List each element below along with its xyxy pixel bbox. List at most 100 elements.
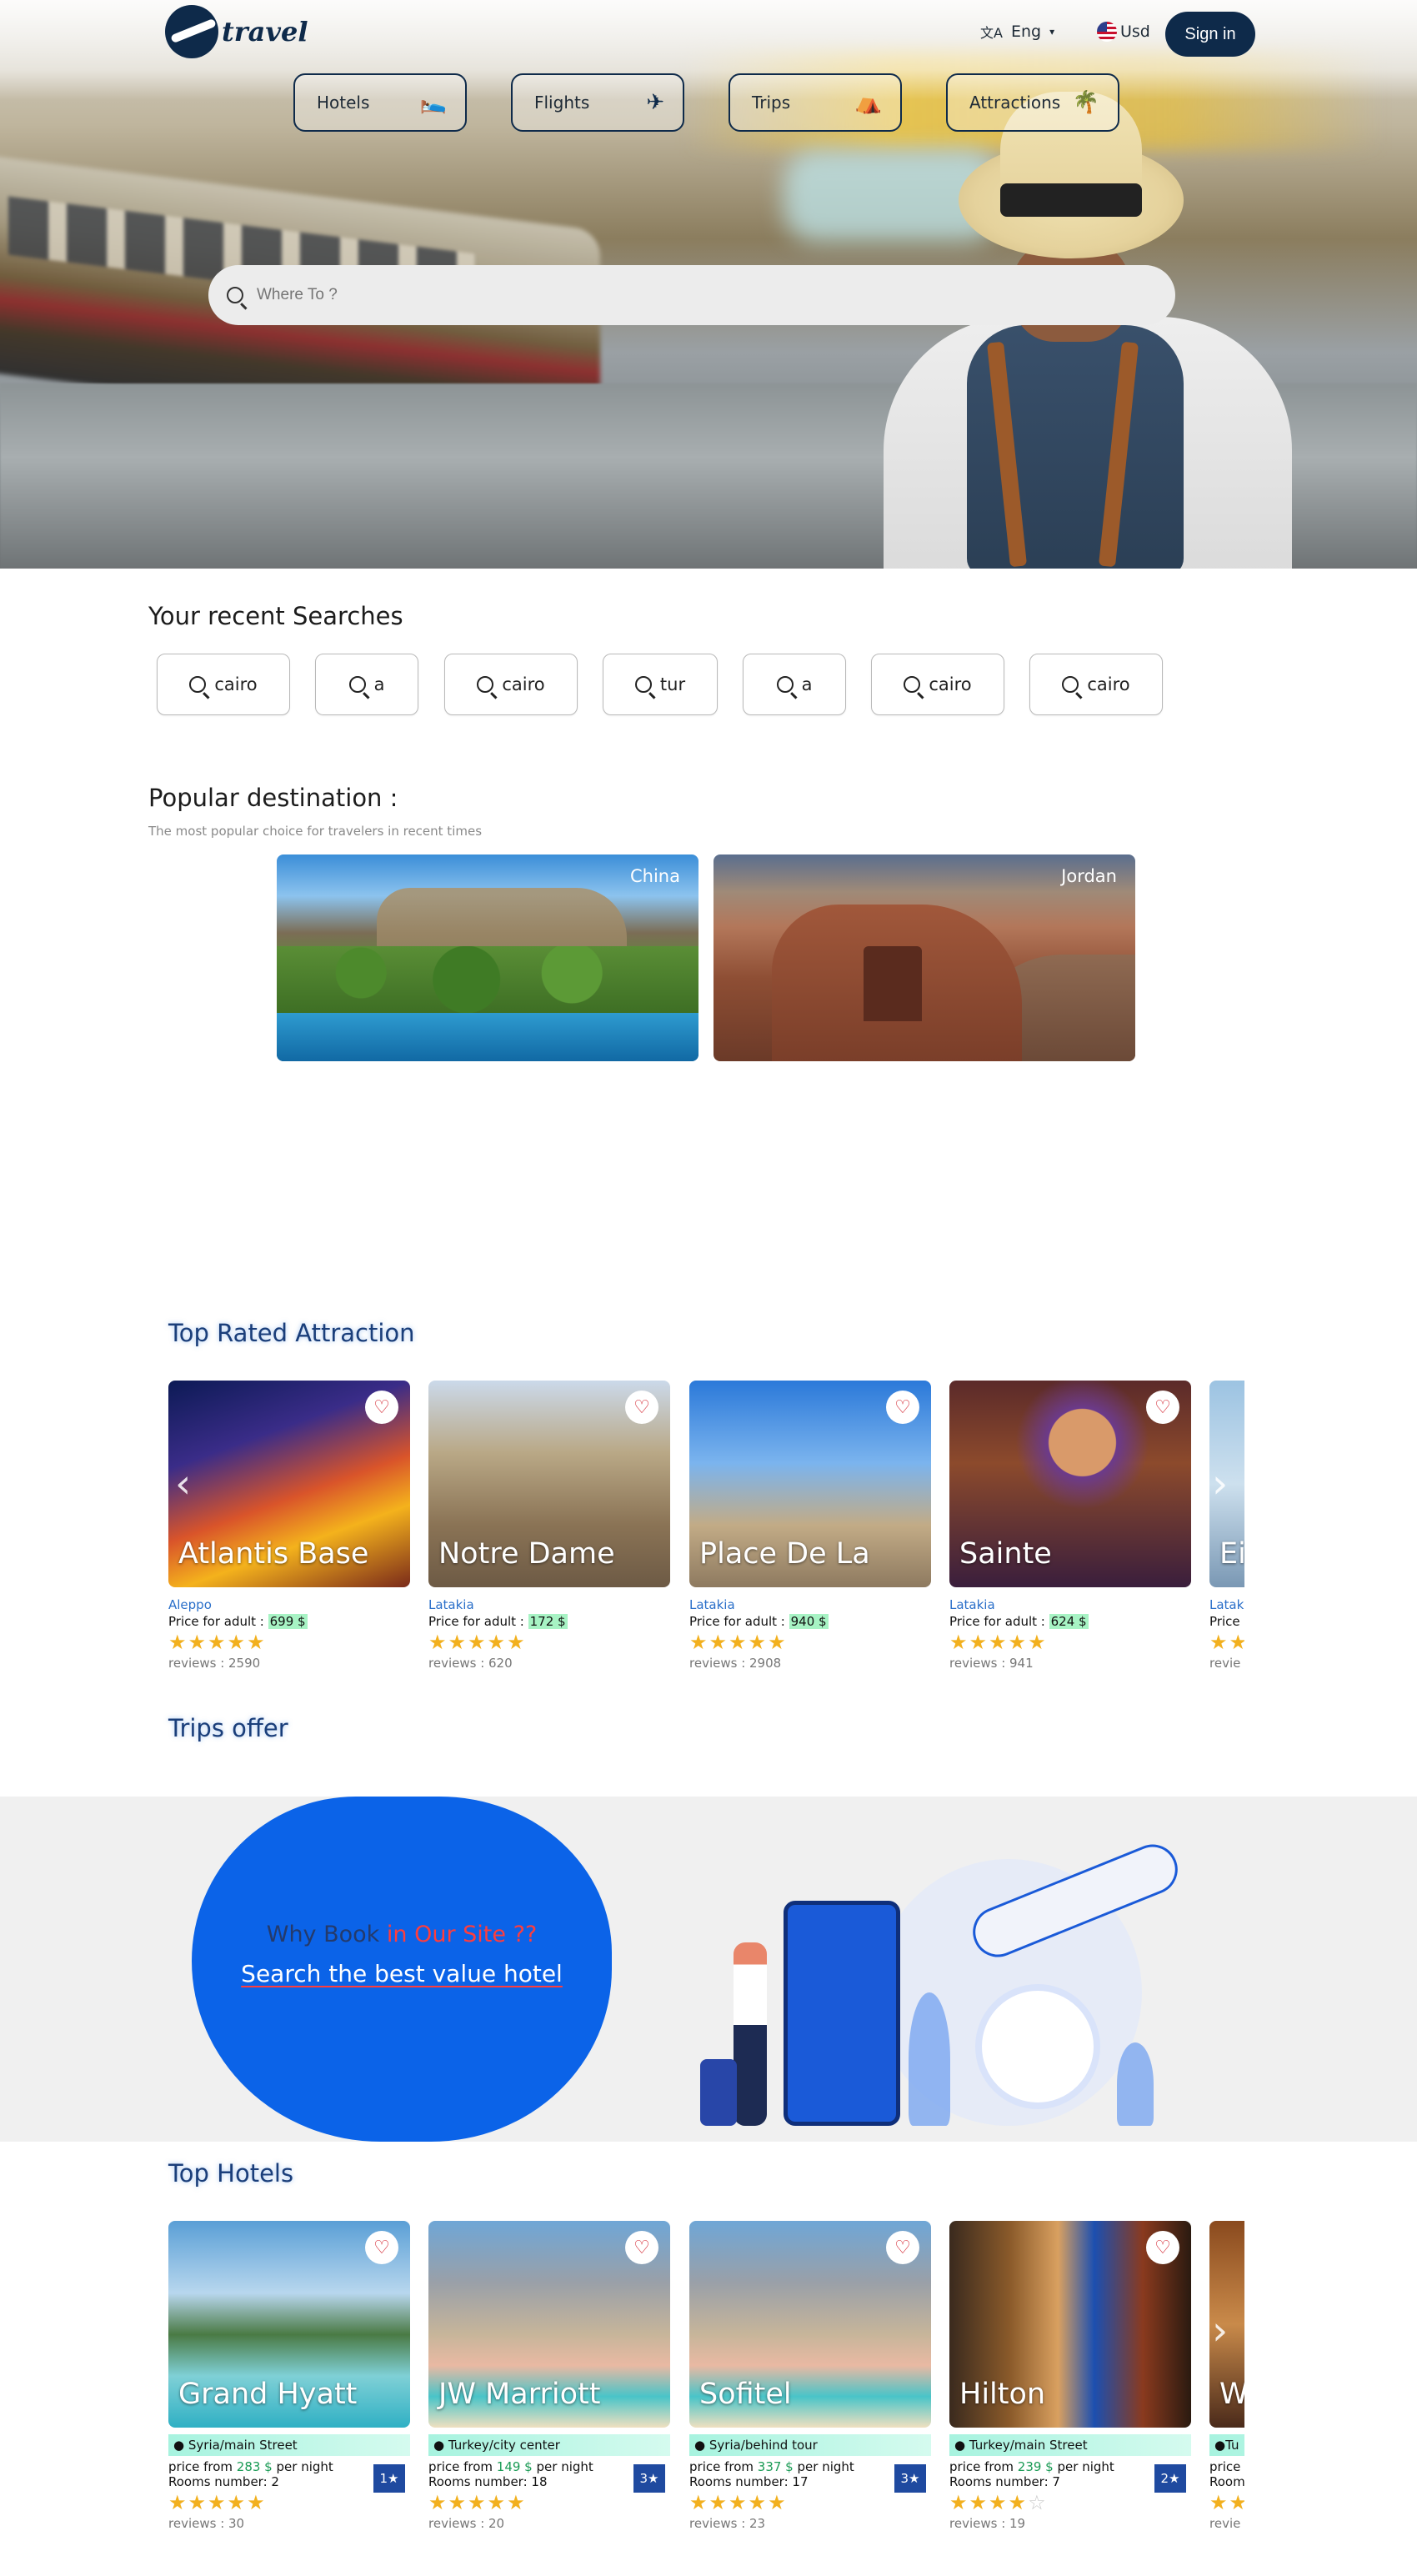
review-count: reviews : 2908 — [689, 1656, 782, 1671]
attraction-name: Sainte — [959, 1537, 1052, 1571]
attraction-card[interactable]: Ei Latak Price ★★★★★ revie — [1209, 1381, 1244, 1671]
translate-icon: 文A — [980, 25, 1003, 41]
attraction-card[interactable]: ♡ Notre Dame Latakia Price for adult : 1… — [428, 1381, 670, 1671]
phone-calendar-icon — [784, 1901, 900, 2126]
language-selector[interactable]: 文A Eng ▾ — [980, 22, 1054, 42]
hotel-class-badge: 2★ — [1154, 2464, 1186, 2493]
trips-offer-title: Trips offer — [168, 1714, 288, 1742]
logo[interactable]: travel — [165, 5, 315, 58]
hotel-image: ♡ Sofitel — [689, 2221, 931, 2428]
sign-in-button[interactable]: Sign in — [1165, 12, 1255, 57]
carousel-next-icon[interactable]: › — [1212, 2308, 1228, 2354]
hotel-card[interactable]: ♡ Hilton ● Turkey/main Street price from… — [949, 2221, 1191, 2531]
search-icon — [227, 287, 243, 303]
favorite-heart-icon[interactable]: ♡ — [365, 1391, 398, 1424]
attraction-card[interactable]: ♡ Atlantis Base Aleppo Price for adult :… — [168, 1381, 410, 1671]
favorite-heart-icon[interactable]: ♡ — [1146, 2231, 1179, 2264]
recent-search-chip[interactable]: cairo — [1029, 654, 1163, 715]
hotel-name: Hilton — [959, 2378, 1046, 2411]
currency-label: Usd — [1120, 23, 1150, 41]
chevron-down-icon: ▾ — [1049, 26, 1055, 38]
rating-stars: ★★★★★ — [1209, 2491, 1244, 2514]
search-input[interactable] — [257, 286, 1090, 304]
tab-trips[interactable]: Trips ⛺ — [729, 73, 902, 132]
attraction-card[interactable]: ♡ Sainte Latakia Price for adult : 624 $… — [949, 1381, 1191, 1671]
favorite-heart-icon[interactable]: ♡ — [365, 2231, 398, 2264]
airplane-icon: ✈ — [646, 90, 664, 115]
search-bar[interactable] — [208, 265, 1175, 325]
favorite-heart-icon[interactable]: ♡ — [886, 2231, 919, 2264]
attraction-name: Atlantis Base — [178, 1537, 369, 1571]
tab-label: Hotels — [317, 93, 370, 113]
booking-illustration — [700, 1826, 1217, 2126]
chip-label: cairo — [929, 674, 972, 694]
search-icon — [1062, 676, 1079, 693]
review-count: reviews : 2590 — [168, 1656, 261, 1671]
hotel-price: price — [1209, 2459, 1241, 2474]
attraction-card-clipped[interactable]: Ei Latak Price ★★★★★ revie — [1209, 1381, 1244, 1681]
hotel-card[interactable]: W ●Tu price Room ★★★★★ revie — [1209, 2221, 1244, 2531]
destination-card-jordan[interactable]: Jordan — [714, 854, 1135, 1061]
chip-label: cairo — [214, 674, 258, 694]
attraction-image: ♡ Sainte — [949, 1381, 1191, 1587]
tab-label: Flights — [534, 93, 590, 113]
hotel-card[interactable]: ♡ Grand Hyatt ● Syria/main Street price … — [168, 2221, 410, 2531]
plane-logo-icon — [165, 5, 218, 58]
rating-stars: ★★★★★ — [428, 2491, 527, 2514]
recent-search-chip[interactable]: a — [315, 654, 418, 715]
attraction-price: Price for adult : 940 $ — [689, 1614, 829, 1629]
rating-stars: ★★★★★ — [689, 1631, 788, 1654]
search-icon — [776, 676, 794, 693]
hotel-card[interactable]: ♡ Sofitel ● Syria/behind tour price from… — [689, 2221, 931, 2531]
favorite-heart-icon[interactable]: ♡ — [1146, 1391, 1179, 1424]
review-count: reviews : 19 — [949, 2516, 1026, 2531]
location-pin-icon: ● — [173, 2438, 185, 2453]
hotel-address: ● Turkey/city center — [428, 2434, 670, 2456]
hotel-card-clipped[interactable]: W ●Tu price Room ★★★★★ revie — [1209, 2221, 1244, 2554]
tab-flights[interactable]: Flights ✈ — [511, 73, 684, 132]
tab-label: Trips — [752, 93, 791, 113]
suitcase-icon — [700, 2059, 737, 2126]
popular-destination-title: Popular destination : — [148, 784, 398, 812]
hotel-class-badge: 3★ — [894, 2464, 926, 2493]
hotel-address: ● Syria/behind tour — [689, 2434, 931, 2456]
favorite-heart-icon[interactable]: ♡ — [886, 1391, 919, 1424]
top-rated-attraction-title: Top Rated Attraction — [168, 1319, 415, 1347]
currency-selector[interactable]: Usd — [1097, 22, 1150, 42]
why-book-text: Why Book in Our Site ?? — [266, 1922, 538, 1947]
destination-card-china[interactable]: China — [277, 854, 698, 1061]
carousel-next-icon[interactable]: › — [1212, 1461, 1228, 1507]
hotel-rooms: Room — [1209, 2474, 1244, 2489]
hotel-name: W — [1219, 2378, 1244, 2411]
search-best-value-link[interactable]: Search the best value hotel — [192, 1960, 612, 1987]
review-count: reviews : 20 — [428, 2516, 505, 2531]
carousel-prev-icon[interactable]: ‹ — [175, 1461, 191, 1507]
rating-stars: ★★★★★ — [168, 2491, 267, 2514]
top-hotels-title: Top Hotels — [168, 2159, 294, 2188]
attraction-price: Price for adult : 624 $ — [949, 1614, 1089, 1629]
tab-hotels[interactable]: Hotels 🛌 — [293, 73, 467, 132]
search-icon — [348, 676, 366, 693]
recent-search-chip[interactable]: cairo — [157, 654, 290, 715]
review-count: revie — [1209, 1656, 1241, 1671]
rating-stars: ★★★★★ — [428, 1631, 527, 1654]
hotel-card[interactable]: ♡ JW Marriott ● Turkey/city center price… — [428, 2221, 670, 2531]
favorite-heart-icon[interactable]: ♡ — [625, 1391, 658, 1424]
location-pin-icon: ● — [694, 2438, 706, 2453]
attraction-image: ♡ Atlantis Base — [168, 1381, 410, 1587]
recent-search-chip[interactable]: tur — [603, 654, 718, 715]
tab-attractions[interactable]: Attractions 🌴 — [946, 73, 1119, 132]
popular-destination-subtitle: The most popular choice for travelers in… — [148, 824, 483, 839]
page: travel 文A Eng ▾ Usd Sign in Hotels 🛌 Fli… — [0, 0, 1417, 2576]
recent-search-chip[interactable]: cairo — [871, 654, 1004, 715]
location-pin-icon: ● — [954, 2438, 966, 2453]
search-icon — [189, 676, 207, 693]
bed-icon: 🛌 — [419, 90, 447, 115]
review-count: reviews : 941 — [949, 1656, 1034, 1671]
attraction-name: Ei — [1219, 1537, 1244, 1571]
favorite-heart-icon[interactable]: ♡ — [625, 2231, 658, 2264]
recent-search-chip[interactable]: cairo — [444, 654, 578, 715]
recent-search-chip[interactable]: a — [743, 654, 846, 715]
attraction-card[interactable]: ♡ Place De La Latakia Price for adult : … — [689, 1381, 931, 1671]
hotel-image: ♡ JW Marriott — [428, 2221, 670, 2428]
